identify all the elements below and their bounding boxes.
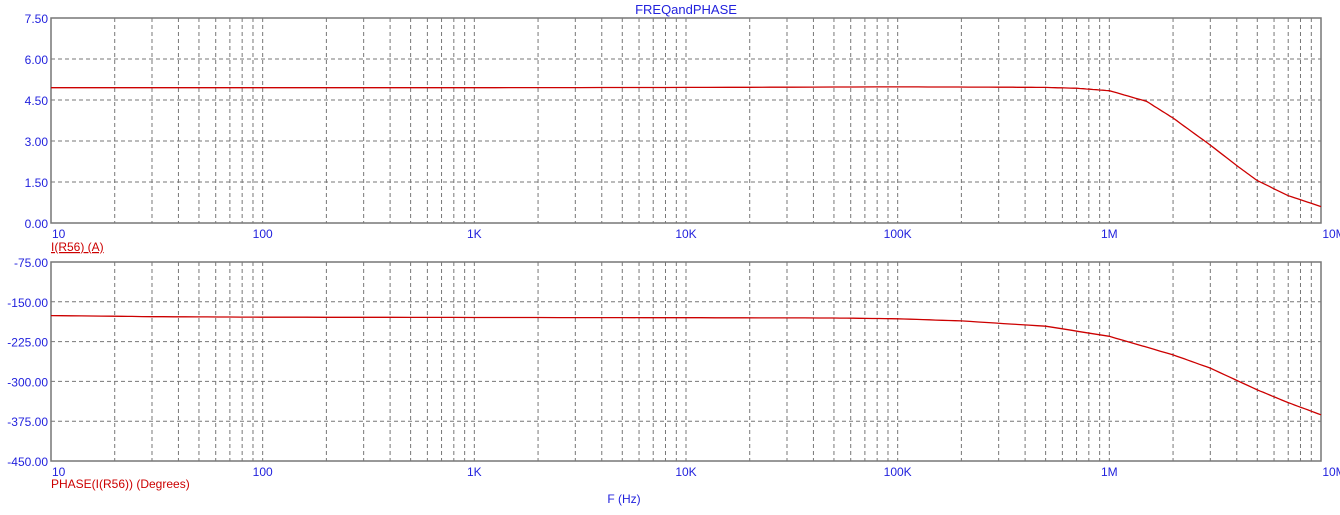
x-tick-label: 10 <box>52 227 66 241</box>
y-tick-label: -75.00 <box>14 256 48 270</box>
y-tick-label: -450.00 <box>7 455 48 469</box>
x-tick-label: 100 <box>253 227 273 241</box>
series-line <box>50 314 1322 416</box>
x-tick-label: 1M <box>1101 465 1118 479</box>
legend-phase[interactable]: PHASE(I(R56)) (Degrees) <box>51 477 190 491</box>
magnitude-plot: 10 100 1K 10K 100K 1M 10M 0.00 1.50 3.00 4.50 6.00 7… <box>25 12 1340 241</box>
x-tick-label: 1K <box>467 227 482 241</box>
x-tick-label: 10M <box>1322 465 1340 479</box>
x-tick-label: 100 <box>253 465 273 479</box>
x-tick-label: 1M <box>1101 227 1118 241</box>
y-tick-label: 3.00 <box>25 135 49 149</box>
y-tick-label: 0.00 <box>25 217 49 231</box>
y-tick-label: 6.00 <box>25 53 49 67</box>
chart-title: FREQandPHASE <box>635 2 737 17</box>
x-tick-label: 100K <box>884 227 912 241</box>
y-tick-label: 7.50 <box>25 12 49 26</box>
y-tick-label: -300.00 <box>7 375 48 389</box>
freq-phase-chart: FREQandPHASE 10 100 1K 10K 100K 1M 10M 0.00 1.50… <box>7 2 1340 506</box>
x-tick-label: 100K <box>884 465 912 479</box>
x-tick-label: 10K <box>675 227 696 241</box>
y-tick-label: -150.00 <box>7 296 48 310</box>
y-tick-label: 1.50 <box>25 176 49 190</box>
y-tick-label: -375.00 <box>7 415 48 429</box>
x-axis-label: F (Hz) <box>607 492 640 506</box>
y-tick-label: -225.00 <box>7 336 48 350</box>
legend-magnitude[interactable]: I(R56) (A) <box>51 240 104 254</box>
x-tick-label: 10K <box>675 465 696 479</box>
phase-plot: 101001K10K100K1M10M-450.00-375.00-300.00… <box>7 256 1340 479</box>
y-tick-label: 4.50 <box>25 94 49 108</box>
x-tick-label: 10M <box>1322 227 1340 241</box>
x-tick-label: 1K <box>467 465 482 479</box>
